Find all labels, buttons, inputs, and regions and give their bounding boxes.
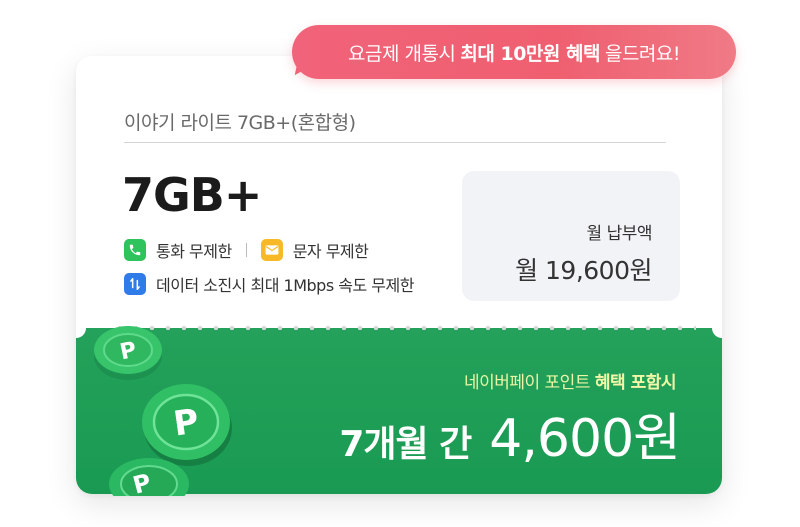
point-coin-icon: P [94,326,162,380]
point-coin-icon: P [109,458,189,496]
promo-label: 네이버페이 포인트 혜택 포함시 [463,368,677,393]
banner-suffix: 을드려요! [604,42,681,65]
promo-banner: 요금제 개통시 최대 10만원 혜택 을드려요! [292,25,736,79]
phone-icon [124,239,146,261]
divider [124,142,666,143]
point-coin-icon: P [142,384,232,466]
separator [245,243,247,257]
perforation-line [112,326,696,330]
plan-info-section: 이야기 라이트 7GB+(혼합형) 7GB+ 통화 무제한 문자 무제한 데이터… [76,56,722,328]
data-icon [124,273,146,295]
monthly-fee-value: 월 19,600원 [515,256,652,285]
benefit-row-data: 데이터 소진시 최대 1Mbps 속도 무제한 [124,272,414,296]
benefit-calls-label: 통화 무제한 [156,242,232,261]
promo-amount: 4,600원 [489,409,681,469]
message-icon [260,239,283,261]
promo-value: 7개월 간 4,600원 [339,396,681,471]
benefit-data-label: 데이터 소진시 최대 1Mbps 속도 무제한 [156,276,414,295]
promo-label-bold: 혜택 포함시 [594,373,677,393]
monthly-fee-label: 월 납부액 [586,224,653,244]
plan-name: 이야기 라이트 7GB+(혼합형) [124,112,356,134]
banner-bold: 최대 10만원 혜택 [460,42,600,65]
benefit-row-calls-messages: 통화 무제한 문자 무제한 [124,238,369,262]
banner-prefix: 요금제 개통시 [347,42,456,65]
benefit-messages-label: 문자 무제한 [292,242,369,261]
monthly-fee-box: 월 납부액 월 19,600원 [462,171,680,301]
data-amount: 7GB+ [122,168,262,222]
promo-label-prefix: 네이버페이 포인트 [463,373,591,393]
promo-period: 7개월 간 [339,424,472,465]
